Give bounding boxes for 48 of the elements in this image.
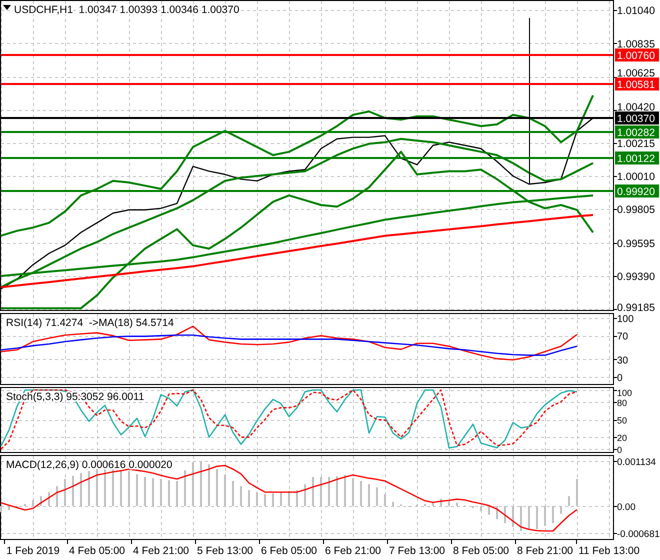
time-label: 6 Feb 05:00 — [260, 545, 318, 557]
chart-title: USDCHF,H1 1.00347 1.00393 1.00346 1.00370 — [14, 4, 240, 16]
axis-label: 1.01040 — [617, 5, 655, 17]
axis-label: 1.00835 — [617, 38, 655, 50]
axis-label: 0.99595 — [617, 238, 655, 250]
axis-label: 1.00625 — [617, 68, 655, 80]
ref-line-label: 1.00760 — [617, 50, 656, 62]
time-label: 5 Feb 13:00 — [196, 545, 254, 557]
time-label: 8 Feb 21:00 — [516, 545, 574, 557]
time-label: 11 Feb 13:00 — [578, 545, 640, 557]
price-label: 1.00760 — [615, 48, 659, 62]
time-label: 1 Feb 2019 — [6, 545, 60, 557]
time-label: 8 Feb 05:00 — [452, 545, 510, 557]
axis-label: 0.00 — [617, 502, 636, 513]
axis-label: 1.00420 — [617, 102, 655, 114]
time-label: 4 Feb 21:00 — [132, 545, 190, 557]
axis-label: 0 — [617, 373, 623, 384]
price-label: 1.00122 — [615, 152, 659, 165]
axis-label: 100 — [617, 314, 634, 325]
price-label: 1.00581 — [615, 78, 659, 91]
axis-label: 100 — [617, 388, 632, 398]
axis-label: 0.99390 — [617, 271, 655, 283]
ref-line-label: 0.99920 — [617, 186, 656, 198]
ref-line-label: 1.00122 — [617, 153, 656, 165]
time-label: 6 Feb 21:00 — [324, 545, 382, 557]
axis-label: 0.99185 — [617, 302, 655, 311]
axis-label: 70 — [617, 332, 628, 343]
axis-label: 50 — [617, 416, 628, 426]
price-label: 0.99920 — [615, 184, 659, 198]
axis-label: 0.001134 — [617, 457, 656, 468]
axis-label: -0.000681 — [617, 529, 660, 540]
axis-label: 30 — [617, 355, 628, 366]
time-label: 4 Feb 05:00 — [68, 545, 126, 557]
indicator-legend: MACD(12,26,9) 0.000616 0.000020 — [6, 459, 172, 471]
axis-label: 80 — [617, 398, 628, 408]
price-label: 1.00370 — [615, 112, 659, 125]
axis-label: 1.00010 — [617, 171, 655, 183]
axis-label: 0.99805 — [617, 204, 655, 216]
axis-label: 1.00215 — [617, 138, 655, 150]
price-label: 1.00282 — [615, 126, 659, 139]
ref-line-label: 1.00581 — [617, 79, 656, 91]
ref-line-label: 1.00370 — [617, 113, 656, 125]
indicator-legend: RSI(14) 71.4274 ->MA(18) 54.5714 — [6, 317, 174, 329]
axis-label: 20 — [617, 433, 628, 444]
axis-label: 0 — [617, 445, 622, 453]
caret-icon[interactable] — [3, 5, 11, 10]
time-label: 7 Feb 13:00 — [388, 545, 446, 557]
ref-line-label: 1.00282 — [617, 127, 656, 139]
